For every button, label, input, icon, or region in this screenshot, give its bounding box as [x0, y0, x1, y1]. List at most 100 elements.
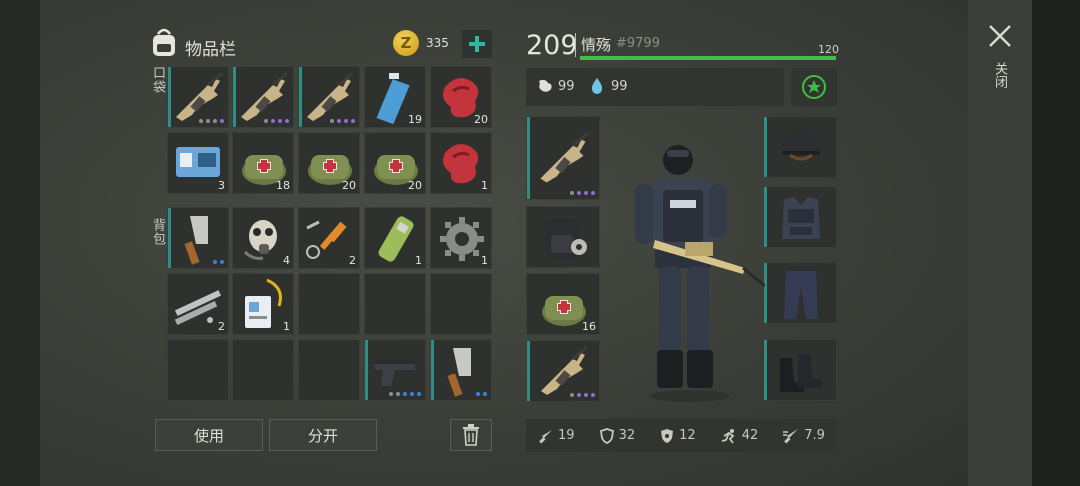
armor-slot[interactable] [763, 116, 837, 178]
stomach-icon [536, 78, 554, 98]
header-divider [575, 33, 576, 57]
vest-icon [782, 197, 820, 239]
inventory-slot[interactable] [232, 66, 294, 128]
inventory-slot[interactable]: 3 [167, 132, 229, 194]
rarity-dots [264, 119, 289, 123]
inventory-slot[interactable]: 1 [430, 132, 492, 194]
radiation-value: 12 [679, 428, 696, 443]
inventory-slot[interactable]: 20 [430, 66, 492, 128]
inventory-slot[interactable] [298, 339, 360, 401]
star-badge-icon [802, 75, 826, 99]
coin-icon: Z [393, 30, 419, 56]
inventory-slot[interactable] [167, 207, 229, 269]
attack-stat: 19 [538, 428, 575, 444]
radiation-shield-icon [661, 428, 674, 443]
equipment-slot[interactable] [526, 116, 600, 200]
armor-slot[interactable] [763, 262, 837, 324]
player-name: 情殇 [581, 36, 612, 54]
inventory-slot[interactable]: 4 [232, 207, 294, 269]
inventory-slot[interactable] [167, 66, 229, 128]
plus-icon [469, 36, 485, 52]
rarity-dots [476, 392, 487, 396]
inventory-slot[interactable] [298, 66, 360, 128]
crit-stat: 7.9 [782, 428, 825, 444]
player-level: 209 [526, 30, 578, 61]
boots-icon [780, 354, 822, 392]
inventory-title: 物品栏 [185, 40, 236, 60]
inventory-slot[interactable] [430, 339, 492, 401]
equipment-slot[interactable] [526, 206, 600, 268]
split-button[interactable]: 分开 [269, 419, 377, 451]
inventory-slot[interactable] [364, 339, 426, 401]
inventory-slot[interactable]: 19 [364, 66, 426, 128]
helmet-icon [782, 129, 820, 161]
inventory-slot[interactable] [430, 273, 492, 335]
rarity-dots [570, 393, 595, 397]
armor-slot[interactable] [763, 186, 837, 248]
pocket-label: 口袋 [150, 66, 165, 94]
item-count: 19 [408, 113, 422, 126]
xp-max: 120 [818, 43, 839, 56]
backpack-icon [545, 219, 587, 259]
rarity-dots [330, 119, 355, 123]
armor-slot[interactable] [763, 339, 837, 401]
running-icon [721, 428, 735, 444]
backpack-icon [148, 26, 180, 58]
item-count: 4 [283, 254, 290, 267]
inventory-slot[interactable] [364, 273, 426, 335]
use-button[interactable]: 使用 [155, 419, 263, 451]
item-count: 1 [283, 320, 290, 333]
coin-count: 335 [426, 36, 449, 50]
player-tag: #9799 [616, 36, 660, 51]
inventory-slot[interactable]: 1 [364, 207, 426, 269]
backpack-label: 背包 [150, 218, 165, 246]
speed-stat: 42 [720, 428, 758, 444]
inventory-slot[interactable]: 1 [232, 273, 294, 335]
inventory-slot[interactable]: 2 [298, 207, 360, 269]
attack-value: 19 [558, 428, 575, 443]
item-count: 2 [349, 254, 356, 267]
inventory-slot[interactable]: 18 [232, 132, 294, 194]
item-count: 1 [481, 179, 488, 192]
rarity-dots [213, 260, 224, 264]
item-count: 20 [408, 179, 422, 192]
item-count: 16 [582, 320, 596, 333]
item-count: 2 [218, 320, 225, 333]
water-drop-icon [590, 77, 604, 99]
inventory-slot[interactable] [298, 273, 360, 335]
add-coins-button[interactable] [462, 30, 492, 58]
rifle-icon [540, 132, 589, 183]
equipment-slot[interactable] [526, 340, 600, 402]
trash-icon [463, 424, 479, 446]
xp-bar-fill [580, 56, 836, 60]
crit-sword-icon [783, 428, 799, 444]
item-count: 1 [481, 254, 488, 267]
defense-stat: 32 [599, 427, 636, 444]
defense-value: 32 [618, 428, 636, 443]
rarity-dots [570, 191, 595, 195]
xp-bar [580, 56, 836, 60]
crit-value: 7.9 [804, 428, 825, 443]
perks-button[interactable] [791, 68, 837, 106]
item-count: 3 [218, 179, 225, 192]
inventory-slot[interactable]: 20 [298, 132, 360, 194]
inventory-slot[interactable]: 20 [364, 132, 426, 194]
stats-bar: 19 32 12 42 7.9 [526, 419, 837, 452]
trash-button[interactable] [450, 419, 492, 451]
inventory-slot[interactable]: 1 [430, 207, 492, 269]
equipment-slot[interactable]: 16 [526, 273, 600, 335]
food-value: 99 [558, 79, 575, 94]
inventory-slot[interactable] [167, 339, 229, 401]
left-edge [0, 0, 40, 486]
character-figure [615, 118, 766, 408]
item-count: 18 [276, 179, 290, 192]
inventory-slot[interactable]: 2 [167, 273, 229, 335]
right-edge [1032, 0, 1080, 486]
radiation-stat: 12 [659, 428, 696, 444]
item-count: 1 [415, 254, 422, 267]
inventory-slot[interactable] [232, 339, 294, 401]
close-button[interactable] [986, 22, 1014, 50]
item-count: 20 [474, 113, 488, 126]
rarity-dots [199, 119, 224, 123]
sword-icon [539, 429, 552, 444]
